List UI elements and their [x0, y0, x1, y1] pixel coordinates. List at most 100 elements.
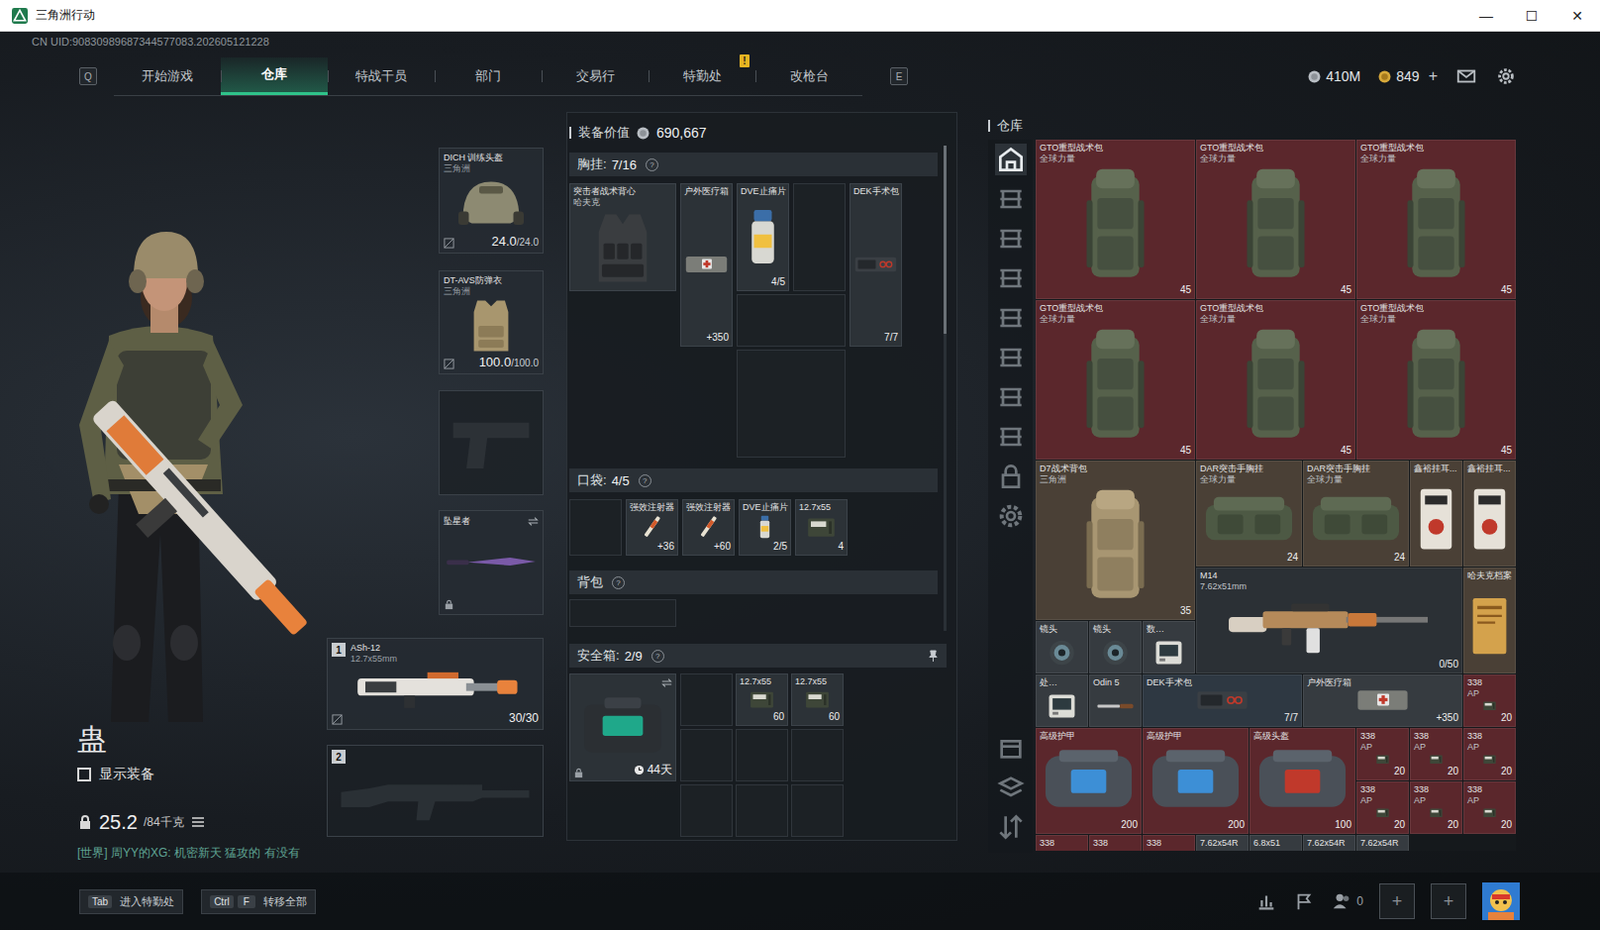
mail-icon[interactable] [1455, 65, 1478, 88]
warehouse-tab[interactable] [995, 183, 1027, 215]
show-gear-toggle[interactable]: 显示装备 [77, 763, 327, 786]
warehouse-item[interactable]: 338 [1035, 834, 1089, 851]
warehouse-item[interactable]: DAR突击手胸挂全球力量24 [1302, 460, 1409, 567]
warehouse-item[interactable]: GTO重型战术包全球力量45 [1356, 300, 1516, 460]
warehouse-tab[interactable] [995, 143, 1027, 176]
warehouse-item[interactable]: GTO重型战术包全球力量45 [1035, 139, 1196, 300]
pocket-slot[interactable]: 强效注射器+36 [625, 499, 679, 556]
swap-icon[interactable] [661, 677, 673, 689]
add-party-slot[interactable]: + [1430, 883, 1467, 919]
warehouse-item[interactable]: GTO重型战术包全球力量45 [1196, 300, 1356, 460]
warehouse-item[interactable]: M147.62x51mm0/50 [1196, 567, 1463, 674]
nav-next-key[interactable]: E [890, 67, 908, 86]
warehouse-tab[interactable] [995, 262, 1027, 295]
list-icon[interactable] [190, 813, 206, 830]
warehouse-item[interactable]: 高级护甲200 [1035, 727, 1142, 834]
show-gear-checkbox[interactable] [77, 767, 92, 782]
friends-count[interactable]: 0 [1330, 890, 1364, 912]
window-control-button[interactable]: — [1463, 0, 1509, 31]
safe-case[interactable]: 44天 [569, 673, 677, 782]
armor-slot[interactable]: DT-AVS防弹衣三角洲100.0/100.0 [438, 270, 544, 375]
safe-slot[interactable] [735, 784, 789, 837]
player-avatar-icon[interactable] [1482, 882, 1520, 920]
help-button[interactable]: ? [651, 649, 665, 663]
warehouse-tab[interactable] [995, 460, 1027, 493]
warehouse-item[interactable]: 7.62x54R [1356, 834, 1409, 851]
safe-slot[interactable] [680, 728, 733, 782]
warehouse-item[interactable]: 338AP20 [1409, 727, 1463, 781]
warehouse-item[interactable]: 338 [1089, 834, 1142, 851]
warehouse-tab[interactable] [995, 341, 1027, 374]
safe-slot[interactable] [735, 728, 789, 782]
rig-slot[interactable]: DEK手术包7/7 [849, 183, 902, 347]
warehouse-tab[interactable] [995, 500, 1027, 532]
warehouse-item[interactable]: 7.62x54R [1302, 834, 1356, 851]
help-button[interactable]: ? [638, 474, 652, 488]
safe-slot[interactable] [680, 673, 733, 726]
warehouse-item[interactable]: 高级护甲200 [1142, 727, 1249, 834]
warehouse-tab[interactable] [995, 381, 1027, 413]
warehouse-item[interactable]: 鑫裕挂耳... [1409, 460, 1463, 567]
add-token-button[interactable]: + [1428, 67, 1438, 86]
warehouse-item[interactable]: GTO重型战术包全球力量45 [1035, 300, 1196, 460]
warehouse-item[interactable]: GTO重型战术包全球力量45 [1196, 139, 1356, 300]
nav-tab[interactable]: 仓库 [220, 57, 328, 96]
warehouse-item[interactable]: 338AP20 [1356, 727, 1409, 781]
warehouse-item[interactable]: 鑫裕挂耳... [1463, 460, 1516, 567]
stats-chart-icon[interactable] [1255, 890, 1278, 912]
loadout-scrollbar[interactable] [943, 145, 947, 631]
warehouse-item[interactable]: 数… [1142, 620, 1196, 674]
warehouse-item[interactable]: 户外医疗箱+350 [1302, 674, 1463, 727]
pocket-slot[interactable]: 强效注射器+60 [682, 499, 735, 556]
rig-slot[interactable] [736, 349, 846, 458]
nav-tab[interactable]: 交易行 [541, 57, 649, 96]
nav-tab[interactable]: 开始游戏 [113, 57, 221, 96]
warehouse-item[interactable]: 338AP20 [1356, 781, 1409, 834]
safe-slot[interactable] [791, 728, 844, 782]
nav-tab[interactable]: 特勤处! [648, 57, 756, 96]
backpack-slot[interactable] [569, 599, 677, 627]
warehouse-tab[interactable] [995, 420, 1027, 453]
warehouse-item[interactable]: 338AP20 [1463, 674, 1516, 727]
pin-icon[interactable] [927, 649, 939, 663]
rig-slot[interactable] [793, 183, 846, 292]
warehouse-item[interactable]: DAR突击手胸挂全球力量24 [1196, 460, 1302, 567]
pocket-slot[interactable]: 12.7x554 [795, 499, 848, 556]
nav-tab[interactable]: 改枪台 [755, 57, 863, 96]
helmet-slot[interactable]: DICH 训练头盔三角洲24.0/24.0 [438, 147, 544, 254]
warehouse-tab[interactable] [995, 810, 1027, 843]
warehouse-item[interactable]: Odin 5 [1089, 674, 1142, 727]
warehouse-item[interactable]: 338 [1142, 834, 1196, 851]
swap-icon[interactable] [527, 515, 539, 527]
warehouse-item[interactable]: 338AP20 [1409, 781, 1463, 834]
window-control-button[interactable]: ✕ [1554, 0, 1600, 31]
rig-slot[interactable]: DVE止痛片4/5 [736, 183, 790, 292]
weapon-slot[interactable]: 1ASh-1212.7x55mm30/30 [326, 637, 544, 730]
warehouse-tab[interactable] [995, 301, 1027, 334]
warehouse-item[interactable]: GTO重型战术包全球力量45 [1356, 139, 1516, 300]
warehouse-item[interactable]: 338AP20 [1463, 781, 1516, 834]
key-hint[interactable]: CtrlF转移全部 [200, 889, 316, 914]
warehouse-tab[interactable] [995, 771, 1027, 803]
weapon-slot[interactable]: 2 [326, 744, 544, 837]
pocket-slot[interactable]: DVE止痛片2/5 [738, 499, 792, 556]
melee-slot[interactable]: 坠星者 [438, 509, 544, 615]
pocket-slot[interactable] [569, 499, 622, 556]
nav-prev-key[interactable]: Q [79, 67, 98, 86]
warehouse-item[interactable]: 镜头 [1035, 620, 1089, 674]
warehouse-item[interactable]: 高级头盔100 [1249, 727, 1356, 834]
warehouse-item[interactable]: DEK手术包7/7 [1142, 674, 1302, 727]
add-party-slot[interactable]: + [1379, 883, 1415, 919]
warehouse-tab[interactable] [995, 222, 1027, 255]
safe-slot[interactable] [680, 784, 733, 837]
pistol-slot[interactable] [438, 390, 544, 496]
warehouse-item[interactable]: 6.8x51 [1249, 834, 1302, 851]
safe-slot[interactable] [791, 784, 844, 837]
help-button[interactable]: ? [645, 158, 659, 172]
key-hint[interactable]: Tab进入特勤处 [79, 889, 184, 914]
rig-slot[interactable] [736, 294, 846, 347]
warehouse-item[interactable]: 哈夫克档案 [1463, 567, 1516, 674]
help-button[interactable]: ? [611, 576, 625, 590]
gear-icon[interactable] [1495, 65, 1517, 88]
window-control-button[interactable]: ☐ [1508, 0, 1555, 31]
